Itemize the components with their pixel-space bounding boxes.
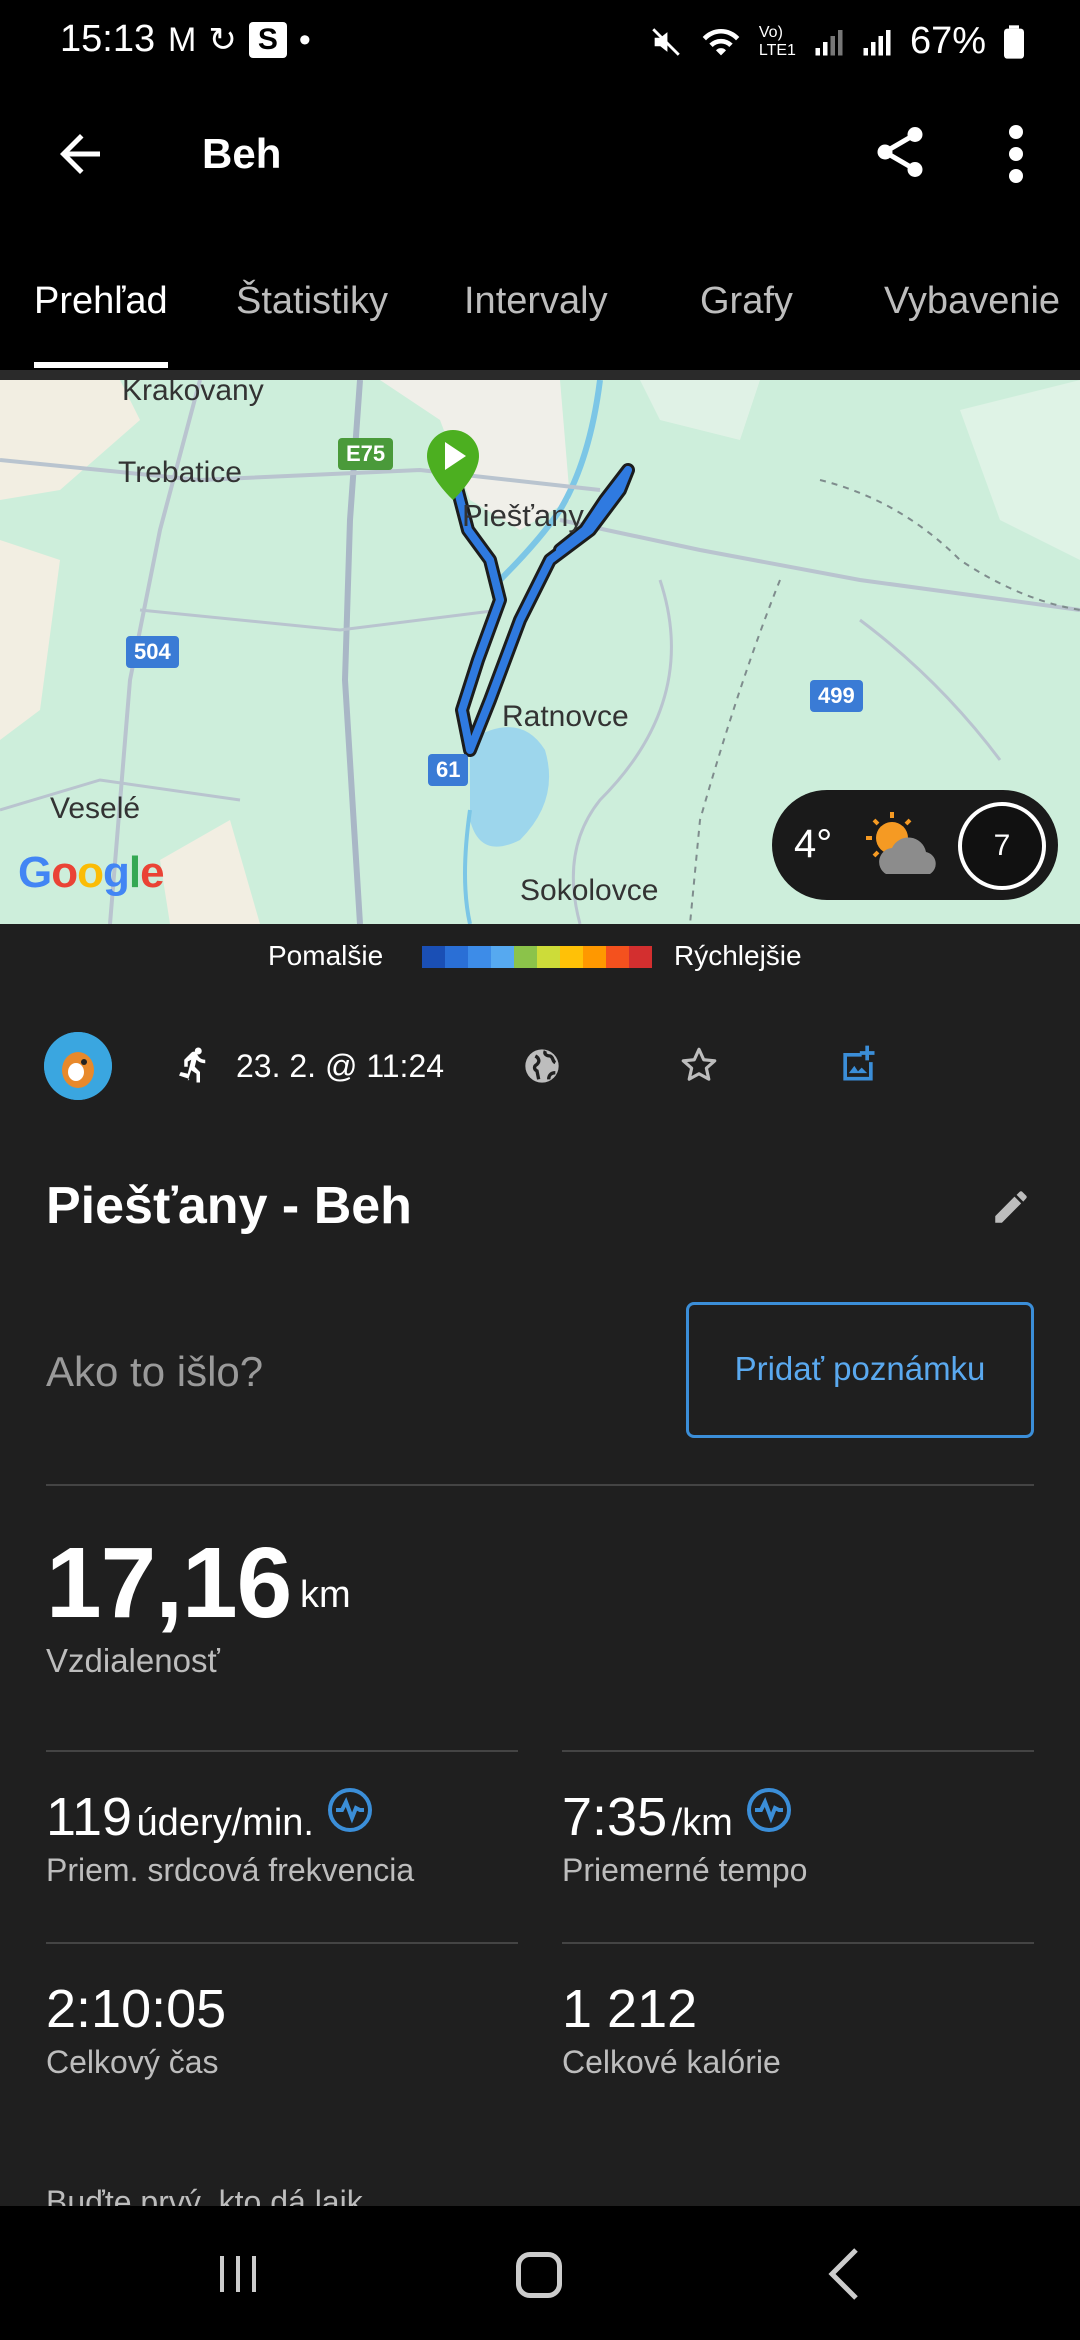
volte-icon: Vo) LTE1 bbox=[758, 23, 796, 59]
partly-cloudy-icon bbox=[866, 812, 936, 874]
home-button-icon[interactable] bbox=[516, 2252, 562, 2298]
total-time-label: Celkový čas bbox=[46, 2044, 219, 2080]
calories-value: 1 212 bbox=[562, 1979, 698, 2039]
tab-intervaly[interactable]: Intervaly bbox=[464, 280, 608, 323]
legend-color-swatch bbox=[583, 946, 606, 968]
divider bbox=[46, 1484, 1034, 1486]
calories-stat: 1 212 Celkové kalórie bbox=[562, 1978, 781, 2081]
heart-rate-stat: 119 údery/min. Priem. srdcová frekvencia bbox=[46, 1786, 414, 1889]
how-did-it-go-prompt: Ako to išlo? bbox=[46, 1348, 264, 1395]
battery-percent: 67% bbox=[909, 20, 986, 62]
mute-icon bbox=[652, 27, 680, 56]
heart-rate-label: Priem. srdcová frekvencia bbox=[46, 1852, 415, 1888]
legend-color-swatch bbox=[629, 946, 652, 968]
status-system-icons: Vo) LTE1 67% bbox=[649, 20, 1024, 63]
heart-rate-value: 119 bbox=[46, 1787, 133, 1847]
map-label-krakovany: Krakovany bbox=[122, 380, 264, 407]
signal-2-icon bbox=[863, 29, 891, 55]
page-title: Beh bbox=[202, 130, 282, 177]
legend-color-swatch bbox=[606, 946, 629, 968]
recent-apps-icon[interactable] bbox=[216, 2254, 260, 2294]
wind-speed-dial: 7 bbox=[958, 802, 1046, 890]
app-s-icon: S bbox=[248, 22, 287, 58]
map-label-ratnovce: Ratnovce bbox=[502, 700, 629, 733]
avatar-image bbox=[44, 1032, 112, 1100]
road-badge-499: 499 bbox=[810, 680, 863, 712]
divider bbox=[562, 1750, 1034, 1752]
total-time-stat: 2:10:05 Celkový čas bbox=[46, 1978, 226, 2081]
system-nav-bar bbox=[0, 2206, 1080, 2340]
active-tab-indicator bbox=[34, 362, 168, 368]
road-badge-e75: E75 bbox=[338, 438, 394, 470]
star-icon[interactable] bbox=[678, 1044, 720, 1086]
pace-stat: 7:35 /km Priemerné tempo bbox=[562, 1786, 807, 1889]
sync-icon: ↻ bbox=[208, 21, 237, 59]
divider bbox=[46, 1750, 518, 1752]
weather-temperature: 4° bbox=[794, 822, 833, 866]
speed-legend: Pomalšie Rýchlejšie bbox=[0, 924, 1080, 990]
road-badge-504: 504 bbox=[126, 636, 179, 668]
calories-label: Celkové kalórie bbox=[562, 2044, 781, 2080]
map-label-sokolovce: Sokolovce bbox=[520, 874, 659, 907]
avatar[interactable] bbox=[44, 1032, 112, 1100]
gmail-icon: M bbox=[168, 21, 197, 59]
heart-rate-icon[interactable] bbox=[326, 1786, 374, 1834]
tab-statistiky[interactable]: Štatistiky bbox=[236, 280, 388, 323]
weather-badge: 4° 7 bbox=[772, 790, 1058, 900]
legend-color-swatch bbox=[537, 946, 560, 968]
tab-bar: Prehľad Štatistiky Intervaly Grafy Vybav… bbox=[0, 234, 1080, 370]
legend-color-bar bbox=[422, 946, 652, 968]
activity-title: Piešťany - Beh bbox=[46, 1177, 412, 1235]
status-time: 15:13 bbox=[60, 18, 156, 60]
back-arrow-icon[interactable] bbox=[50, 124, 110, 184]
map-label-piestany: Piešťany bbox=[462, 498, 584, 533]
legend-slower-label: Pomalšie bbox=[268, 940, 384, 971]
divider bbox=[46, 1942, 518, 1944]
legend-color-swatch bbox=[491, 946, 514, 968]
battery-icon bbox=[1004, 24, 1024, 59]
legend-color-swatch bbox=[468, 946, 491, 968]
signal-1-icon bbox=[815, 29, 843, 55]
tab-grafy[interactable]: Grafy bbox=[700, 280, 793, 323]
likes-prompt[interactable]: Buďte prvý, kto dá lajk bbox=[46, 2184, 363, 2206]
distance-value: 17,16 bbox=[46, 1527, 292, 1639]
pace-unit: /km bbox=[671, 1802, 733, 1844]
map-label-trebatice: Trebatice bbox=[118, 456, 242, 489]
distance-label: Vzdialenosť bbox=[46, 1642, 220, 1679]
legend-color-swatch bbox=[514, 946, 537, 968]
globe-privacy-icon[interactable] bbox=[522, 1046, 562, 1086]
heart-rate-unit: údery/min. bbox=[136, 1802, 314, 1844]
share-icon[interactable] bbox=[870, 122, 930, 182]
distance-unit: km bbox=[300, 1574, 351, 1616]
activity-overview: 23. 2. @ 11:24 Piešťany - Beh Ako to išl… bbox=[0, 990, 1080, 2206]
divider bbox=[562, 1942, 1034, 1944]
add-photo-icon[interactable] bbox=[836, 1042, 880, 1086]
legend-faster-label: Rýchlejšie bbox=[674, 940, 802, 971]
legend-color-swatch bbox=[445, 946, 468, 968]
app-bar: Beh bbox=[0, 84, 1080, 234]
nav-back-icon[interactable] bbox=[824, 2246, 864, 2302]
pace-chart-icon[interactable] bbox=[745, 1786, 793, 1834]
legend-color-swatch bbox=[422, 946, 445, 968]
wifi-icon bbox=[702, 28, 740, 55]
route-map[interactable]: Krakovany Trebatice Piešťany Ratnovce Ve… bbox=[0, 380, 1080, 924]
status-notification-icons: M ↻ S • bbox=[168, 20, 311, 60]
add-note-button[interactable]: Pridať poznámku bbox=[686, 1302, 1034, 1438]
legend-color-swatch bbox=[560, 946, 583, 968]
road-badge-61: 61 bbox=[428, 754, 469, 786]
tab-prehlad[interactable]: Prehľad bbox=[34, 280, 168, 323]
dot-icon: • bbox=[298, 21, 311, 59]
tab-vybavenie[interactable]: Vybavenie bbox=[884, 280, 1060, 323]
google-attribution: Google bbox=[18, 848, 165, 897]
pace-value: 7:35 bbox=[562, 1787, 668, 1847]
running-icon bbox=[179, 1047, 206, 1083]
pace-label: Priemerné tempo bbox=[562, 1852, 808, 1888]
activity-datetime: 23. 2. @ 11:24 bbox=[236, 1048, 445, 1084]
edit-pencil-icon[interactable] bbox=[990, 1186, 1032, 1228]
more-options-icon[interactable] bbox=[996, 122, 1036, 186]
status-bar: 15:13 M ↻ S • Vo) LTE1 67% bbox=[0, 0, 1080, 84]
total-time-value: 2:10:05 bbox=[46, 1979, 227, 2039]
map-label-vesele: Veselé bbox=[50, 792, 141, 825]
